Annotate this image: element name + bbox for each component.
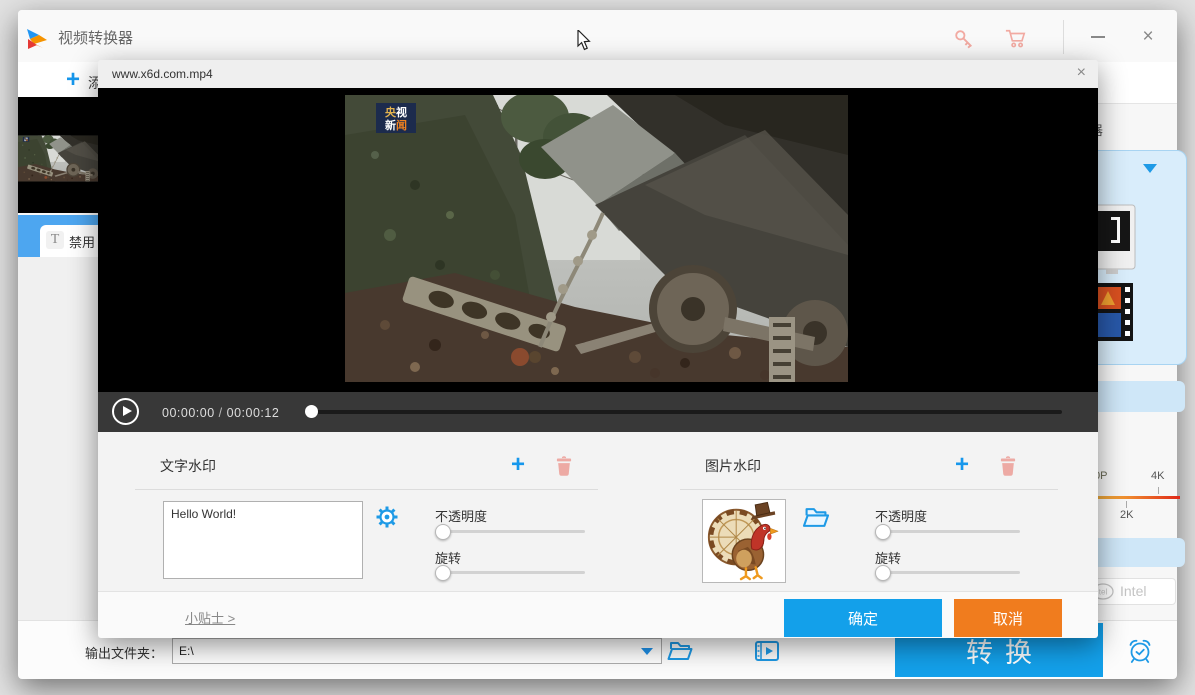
output-path-value: E:\: [179, 644, 194, 658]
video-thumbnail: [18, 105, 98, 212]
browse-image-folder-icon[interactable]: [802, 506, 830, 529]
register-key-icon[interactable]: [953, 28, 975, 50]
text-section-divider: [135, 489, 598, 490]
tab-label: 禁用: [69, 232, 95, 251]
text-settings-gear-icon[interactable]: [375, 505, 399, 529]
delete-text-watermark-icon[interactable]: [554, 455, 574, 477]
watermark-tab-row: T 禁用: [18, 215, 98, 257]
tips-link[interactable]: 小贴士 >: [185, 608, 235, 627]
text-rotate-slider[interactable]: [437, 565, 585, 581]
intel-acceleration-badge[interactable]: tel Intel: [1086, 578, 1176, 605]
mouse-cursor-icon: [577, 30, 592, 51]
slider-thumb[interactable]: [435, 565, 451, 581]
player-bar: 00:00:00 / 00:00:12: [98, 392, 1098, 432]
quality-2k-label: 2K: [1120, 509, 1133, 521]
image-rotate-slider[interactable]: [877, 565, 1020, 581]
text-watermark-t-icon: T: [46, 231, 64, 249]
text-watermark-section-title: 文字水印: [160, 456, 216, 476]
output-path-dropdown-icon[interactable]: [641, 648, 653, 655]
text-opacity-label: 不透明度: [435, 506, 487, 525]
output-path-select[interactable]: E:\: [172, 638, 662, 664]
image-opacity-label: 不透明度: [875, 506, 927, 525]
format-dropdown-icon[interactable]: [1143, 164, 1157, 173]
slider-thumb[interactable]: [875, 565, 891, 581]
cart-icon[interactable]: [1005, 28, 1027, 50]
output-folder-label: 输出文件夹：: [85, 643, 163, 662]
slider-track: [437, 530, 585, 533]
file-thumbnail-cell[interactable]: [18, 97, 98, 213]
dialog-close-icon: ×: [1077, 64, 1086, 81]
quality-tick-2k: [1126, 501, 1127, 508]
slider-thumb[interactable]: [435, 524, 451, 540]
play-button[interactable]: [112, 398, 139, 425]
tab-text-watermark[interactable]: T 禁用: [40, 225, 98, 257]
playback-progress-slider[interactable]: [305, 410, 1062, 414]
main-titlebar: 视频转换器 ×: [18, 10, 1177, 62]
dialog-titlebar: www.x6d.com.mp4 ×: [98, 60, 1098, 89]
duration: 00:00:12: [227, 406, 280, 420]
current-time: 00:00:00: [162, 406, 215, 420]
image-section-divider: [680, 489, 1058, 490]
app-title: 视频转换器: [58, 27, 133, 48]
intel-label: Intel: [1120, 583, 1146, 599]
left-panel-background: [18, 257, 98, 620]
cancel-button[interactable]: 取消: [954, 599, 1062, 637]
delete-image-watermark-icon[interactable]: [998, 455, 1018, 477]
video-frame: [345, 95, 848, 382]
image-watermark-section-title: 图片水印: [705, 456, 761, 476]
ok-button[interactable]: 确定: [784, 599, 942, 637]
close-icon: ×: [1142, 26, 1153, 47]
close-button[interactable]: ×: [1131, 24, 1165, 50]
add-text-watermark-button[interactable]: +: [511, 454, 525, 476]
play-icon: [123, 406, 132, 416]
add-file-button[interactable]: +: [66, 66, 80, 94]
minimize-icon: [1091, 36, 1105, 38]
add-image-watermark-button[interactable]: +: [955, 454, 969, 476]
quality-4k-label: 4K: [1151, 470, 1164, 482]
watermark-text-input[interactable]: Hello World!: [163, 501, 363, 579]
video-preview-area: [98, 88, 1098, 392]
time-display: 00:00:00 / 00:00:12: [162, 406, 279, 420]
time-separator: /: [219, 406, 223, 420]
dialog-close-button[interactable]: ×: [1077, 64, 1086, 82]
dialog-footer: [98, 591, 1098, 638]
slider-track: [877, 530, 1020, 533]
schedule-alarm-icon[interactable]: [1127, 638, 1153, 664]
watermark-dialog: www.x6d.com.mp4 × 00:00:00 / 00:00:12 文字…: [98, 60, 1098, 637]
quality-tick-4k: [1158, 487, 1159, 494]
minimize-button[interactable]: [1081, 24, 1115, 50]
open-folder-icon[interactable]: [667, 640, 693, 662]
watermark-image-preview: [702, 499, 786, 583]
text-opacity-slider[interactable]: [437, 524, 585, 540]
app-logo-icon: [25, 27, 49, 51]
titlebar-separator: [1063, 20, 1064, 54]
slider-thumb[interactable]: [875, 524, 891, 540]
slider-track: [877, 571, 1020, 574]
slider-track: [437, 571, 585, 574]
svg-text:tel: tel: [1099, 588, 1108, 597]
image-opacity-slider[interactable]: [877, 524, 1020, 540]
media-info-icon[interactable]: [754, 640, 780, 662]
dialog-title: www.x6d.com.mp4: [112, 67, 213, 81]
turkey-image: [703, 500, 785, 582]
playback-progress-thumb[interactable]: [305, 405, 318, 418]
